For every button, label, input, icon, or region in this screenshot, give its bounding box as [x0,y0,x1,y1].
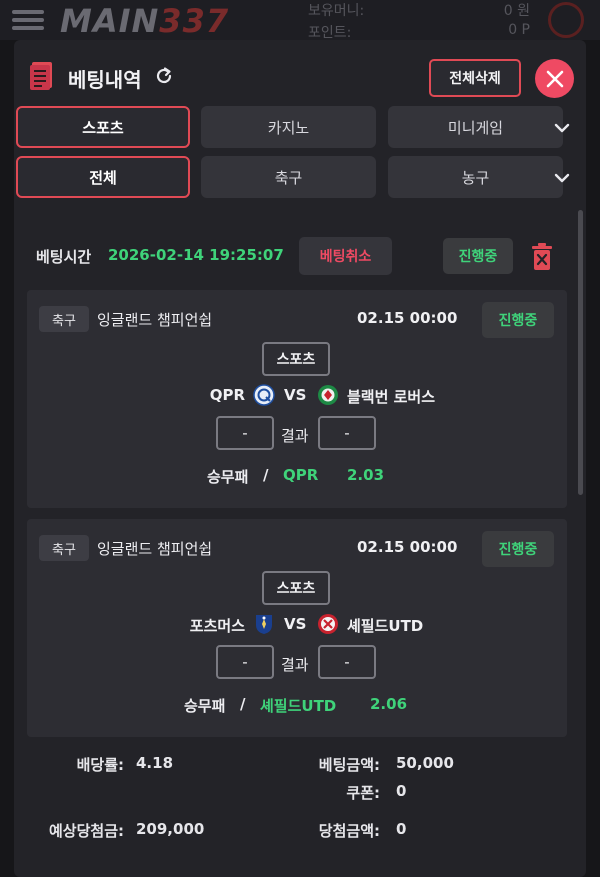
away-score: - [318,645,376,679]
bet-amount-value: 50,000 [396,754,454,772]
match-card: 축구 잉글랜드 챔피언쉽 02.15 00:00 진행중 스포츠 포츠머스 VS… [27,519,567,737]
bet-amount-label: 베팅금액: [318,756,380,774]
tab-sports[interactable]: 스포츠 [16,106,190,148]
pick-selection: QPR [283,466,319,484]
sport-badge: 축구 [39,306,89,332]
sport-badge: 축구 [39,535,89,561]
blackburn-crest-icon [318,385,338,405]
win-amount-label: 당첨금액: [318,822,380,840]
coupon-label: 쿠폰: [346,784,380,802]
result-label: 결과 [281,656,309,674]
sport-type-tag: 스포츠 [262,571,330,605]
close-button[interactable] [535,59,574,98]
pick-separator: / [263,466,269,484]
tab-soccer[interactable]: 축구 [201,156,376,198]
market-label: 승무패 [207,468,249,486]
league-name: 잉글랜드 챔피언쉽 [97,311,213,329]
match-card: 축구 잉글랜드 챔피언쉽 02.15 00:00 진행중 스포츠 QPR VS … [27,290,567,508]
trash-icon[interactable] [529,242,555,272]
away-team: 블랙번 로버스 [347,388,436,406]
away-score: - [318,416,376,450]
tab-casino[interactable]: 카지노 [201,106,376,148]
bet-list: 베팅시간 2026-02-14 19:25:07 베팅취소 진행중 축구 잉글랜… [14,212,586,877]
teams-row: 포츠머스 VS 셰필드UTD [27,611,567,639]
point-label: 포인트: [308,25,352,41]
modal-title: 베팅내역 [68,68,142,92]
match-status-badge: 진행중 [482,302,554,338]
pick-odds: 2.03 [347,466,385,484]
odds-label: 배당률: [76,756,124,774]
tab-minigame[interactable]: 미니게임 [388,106,563,148]
site-header: MAIN337 보유머니: 0 원 포인트: 0 P [0,0,600,41]
close-icon [546,70,563,87]
match-time: 02.15 00:00 [357,309,458,327]
chevron-down-icon[interactable] [552,168,572,188]
money-label: 보유머니: [308,3,365,19]
pick-odds: 2.06 [370,695,408,713]
expected-winnings-value: 209,000 [136,820,205,838]
expected-winnings-label: 예상당첨금: [49,822,124,840]
money-value: 0 원 [503,3,530,19]
bet-time-label: 베팅시간 [36,248,92,266]
odds-value: 4.18 [136,754,174,772]
bet-history-modal: 베팅내역 전체삭제 스포츠 카지노 미니게임 전체 축구 농구 베팅시간 202… [14,40,586,877]
hamburger-menu-icon[interactable] [12,10,44,30]
bet-time-value: 2026-02-14 19:25:07 [108,246,284,264]
bet-summary: 배당률: 4.18 베팅금액: 50,000 쿠폰: 0 예상당첨금: 209,… [14,730,586,850]
refresh-icon[interactable] [154,66,174,86]
site-logo[interactable]: MAIN337 [60,2,229,40]
coupon-value: 0 [396,782,407,800]
pick-separator: / [240,695,246,713]
match-status-badge: 진행중 [482,531,554,567]
tab-all[interactable]: 전체 [16,156,190,198]
market-label: 승무패 [184,697,226,715]
sheffield-crest-icon [318,614,338,634]
sport-type-tag: 스포츠 [262,342,330,376]
home-team: QPR [209,386,245,404]
status-badge: 진행중 [443,238,513,274]
away-team: 셰필드UTD [347,617,424,635]
modal-title-row: 베팅내역 전체삭제 [14,40,586,112]
chevron-down-icon[interactable] [552,118,572,138]
home-score: - [216,645,274,679]
qpr-crest-icon [253,384,275,406]
vs-label: VS [284,615,307,633]
portsmouth-crest-icon [256,615,272,634]
home-team: 포츠머스 [189,617,245,635]
match-time: 02.15 00:00 [357,538,458,556]
document-icon [30,62,52,90]
cancel-bet-button[interactable]: 베팅취소 [299,237,392,275]
teams-row: QPR VS 블랙번 로버스 [27,382,567,410]
user-icon[interactable] [548,2,584,38]
home-score: - [216,416,274,450]
tab-basketball[interactable]: 농구 [388,156,563,198]
vs-label: VS [284,386,307,404]
league-name: 잉글랜드 챔피언쉽 [97,540,213,558]
win-amount-value: 0 [396,820,407,838]
pick-selection: 셰필드UTD [260,697,337,715]
result-label: 결과 [281,427,309,445]
point-value: 0 P [508,22,530,38]
delete-all-button[interactable]: 전체삭제 [429,59,521,97]
